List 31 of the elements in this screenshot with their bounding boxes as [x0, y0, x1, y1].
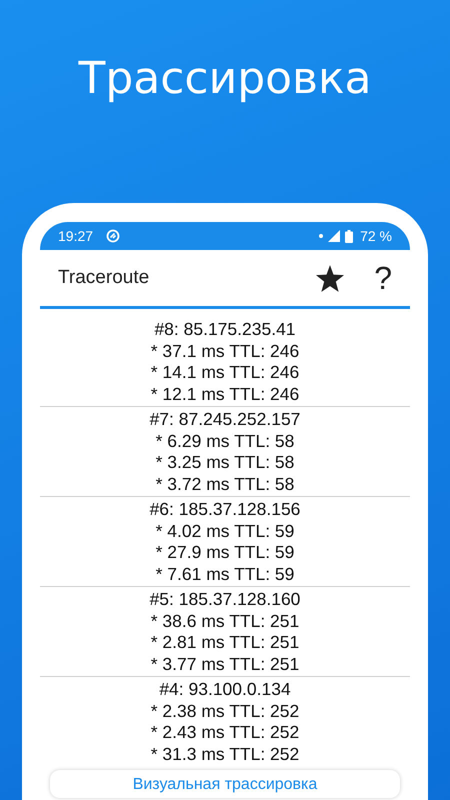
ping-line: * 2.38 ms TTL: 252 [150, 700, 300, 722]
ping-line: * 14.1 ms TTL: 246 [150, 362, 300, 384]
hop-header: #4: 93.100.0.134 [159, 679, 291, 700]
ping-line: * 2.43 ms TTL: 252 [150, 722, 300, 744]
ping-line: * 3.77 ms TTL: 251 [150, 654, 300, 675]
hop-header: #7: 87.245.252.157 [150, 409, 300, 430]
hop-header: #5: 185.37.128.160 [150, 589, 300, 610]
hop-header: #8: 85.175.235.41 [154, 319, 296, 340]
battery-icon [345, 230, 354, 242]
sync-icon [106, 229, 120, 243]
ping-line: * 2.81 ms TTL: 251 [150, 632, 300, 654]
ping-line: * 38.6 ms TTL: 251 [150, 610, 300, 632]
app-title: Traceroute [58, 267, 150, 289]
ping-line: * 12.1 ms TTL: 246 [150, 384, 300, 405]
signal-icon [328, 230, 340, 242]
ping-line: * 7.61 ms TTL: 59 [156, 564, 294, 585]
ping-line: * 6.29 ms TTL: 58 [156, 430, 294, 452]
hop-header: #6: 185.37.128.156 [150, 499, 300, 520]
ping-line: * 27.9 ms TTL: 59 [156, 542, 294, 564]
star-icon[interactable] [316, 264, 344, 292]
ping-line: * 3.72 ms TTL: 58 [156, 474, 294, 495]
visual-trace-button[interactable]: Визуальная трассировка [132, 776, 318, 794]
status-time: 19:27 [58, 228, 94, 244]
ping-line: * 4.02 ms TTL: 59 [156, 520, 294, 542]
ping-line: * 37.1 ms TTL: 246 [150, 340, 300, 362]
battery-percent: 72 % [360, 228, 392, 244]
help-button[interactable]: ? [374, 260, 392, 296]
headline: Трассировка [78, 52, 372, 106]
ping-line: * 31.3 ms TTL: 252 [150, 744, 300, 765]
ping-line: * 3.25 ms TTL: 58 [156, 452, 294, 474]
dot-icon [319, 234, 324, 238]
